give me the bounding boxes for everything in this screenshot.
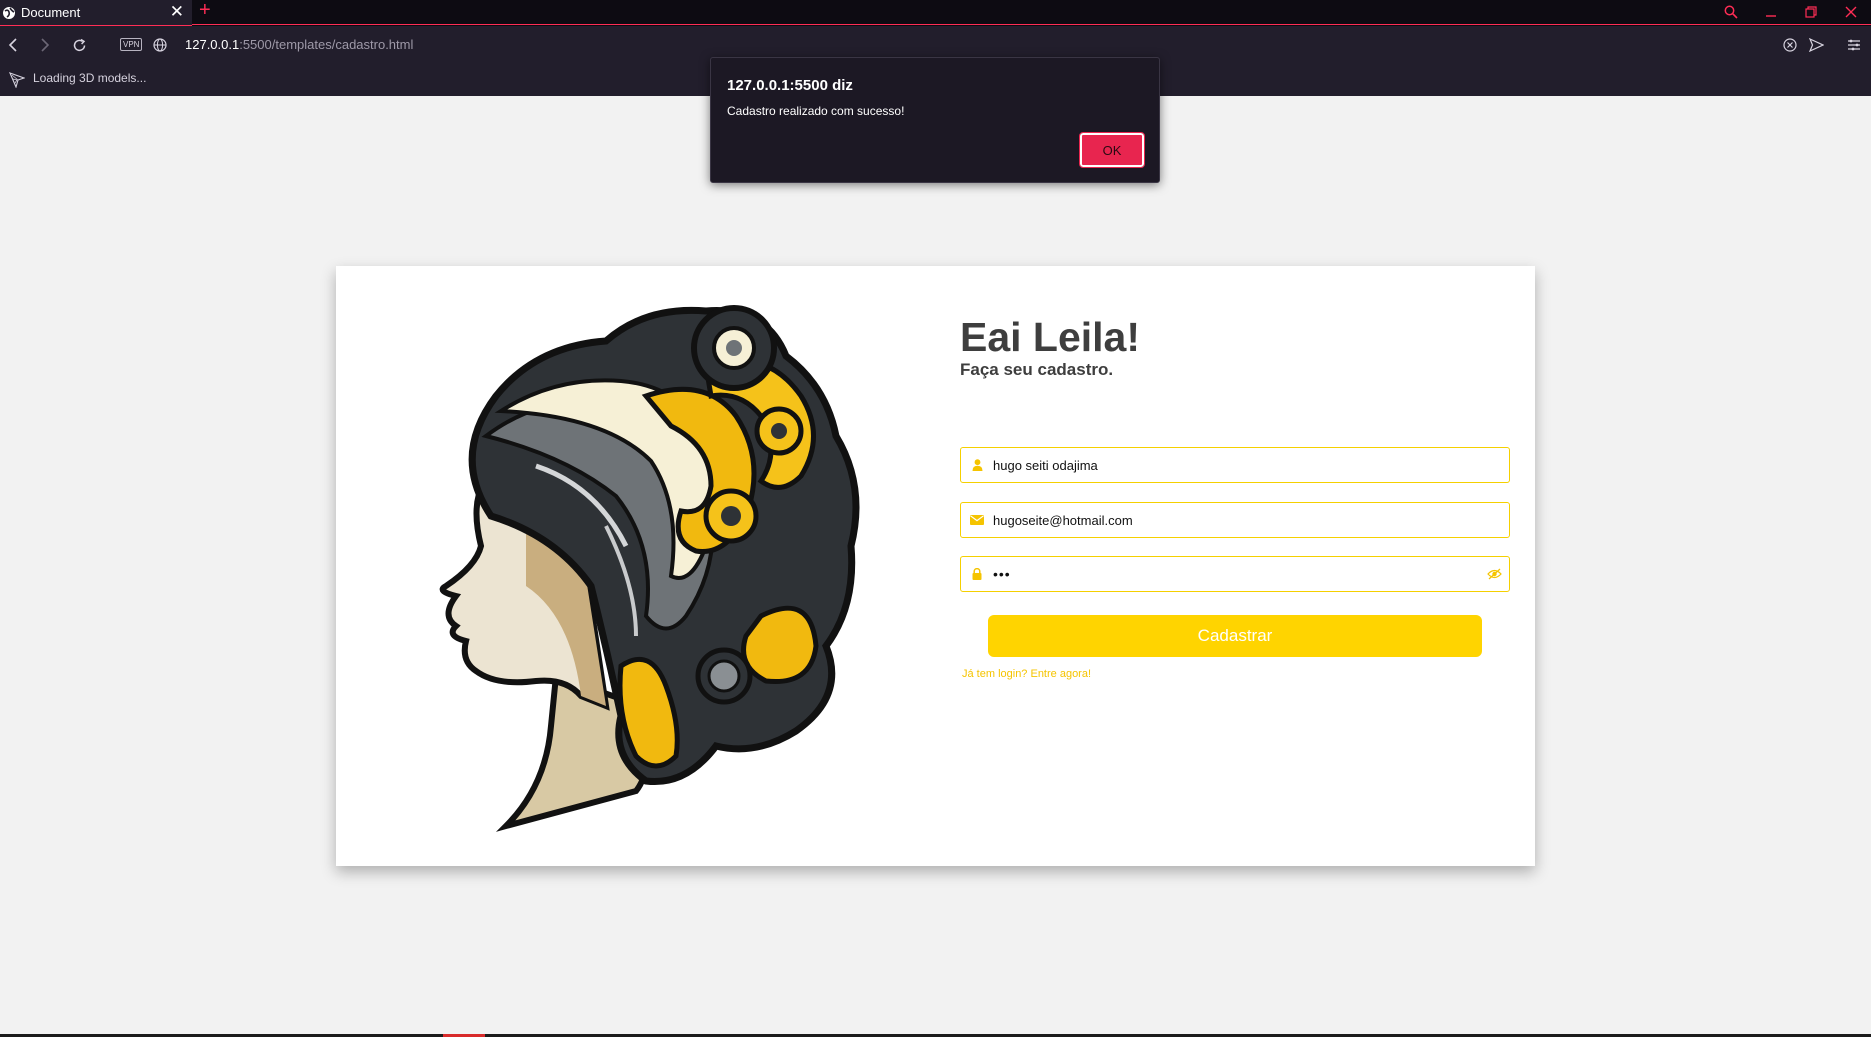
woman-hair-logo-illustration [439, 305, 860, 832]
email-field[interactable] [960, 502, 1510, 538]
cursor-arrow-icon [9, 72, 25, 88]
dialog-title: 127.0.0.1:5500 diz [727, 77, 853, 94]
tab-bar: Document ✕ + [0, 0, 1871, 26]
register-button[interactable]: Cadastrar [988, 615, 1482, 657]
globe-icon [3, 6, 15, 19]
minimize-icon[interactable] [1751, 1, 1791, 23]
address-field[interactable]: 127.0.0.1:5500/templates/cadastro.html [185, 37, 413, 52]
dialog-message: Cadastro realizado com sucesso! [727, 104, 905, 118]
url-path: :5500/templates/cadastro.html [239, 37, 414, 52]
vpn-badge[interactable]: VPN [120, 38, 143, 51]
easy-setup-icon[interactable] [1843, 34, 1865, 56]
envelope-icon [961, 515, 993, 525]
page-subtitle: Faça seu cadastro. [960, 360, 1114, 379]
restore-icon[interactable] [1791, 1, 1831, 23]
email-input[interactable] [993, 503, 1509, 537]
alert-dialog: 127.0.0.1:5500 diz Cadastro realizado co… [710, 57, 1160, 183]
window-controls [1711, 0, 1871, 24]
toggle-password-eye-icon[interactable] [1479, 568, 1509, 580]
name-input[interactable] [993, 448, 1509, 482]
login-link[interactable]: Já tem login? Entre agora! [962, 668, 1091, 680]
lock-icon [961, 568, 993, 580]
reload-icon[interactable] [68, 34, 90, 56]
tab-title: Document [21, 5, 81, 20]
forward-icon[interactable] [34, 34, 56, 56]
back-icon[interactable] [2, 34, 24, 56]
url-host: 127.0.0.1 [185, 37, 240, 52]
search-icon[interactable] [1711, 1, 1751, 23]
tab-bar-divider [192, 24, 1871, 25]
block-ads-icon[interactable] [1779, 34, 1801, 56]
close-window-icon[interactable] [1831, 1, 1871, 23]
browser-tab[interactable]: Document ✕ [0, 0, 192, 26]
new-tab-button[interactable]: + [199, 0, 211, 22]
send-icon[interactable] [1805, 34, 1827, 56]
name-field[interactable] [960, 447, 1510, 483]
password-field[interactable] [960, 556, 1510, 592]
password-input[interactable] [993, 557, 1479, 591]
site-info-globe-icon[interactable] [149, 34, 171, 56]
signup-card: Eai Leila! Faça seu cadastro. Cadastrar … [336, 266, 1535, 866]
dialog-ok-button[interactable]: OK [1079, 132, 1145, 168]
tab-close-icon[interactable]: ✕ [170, 2, 184, 22]
user-icon [961, 459, 993, 471]
status-text: Loading 3D models... [33, 71, 147, 85]
page-title: Eai Leila! [960, 314, 1141, 360]
